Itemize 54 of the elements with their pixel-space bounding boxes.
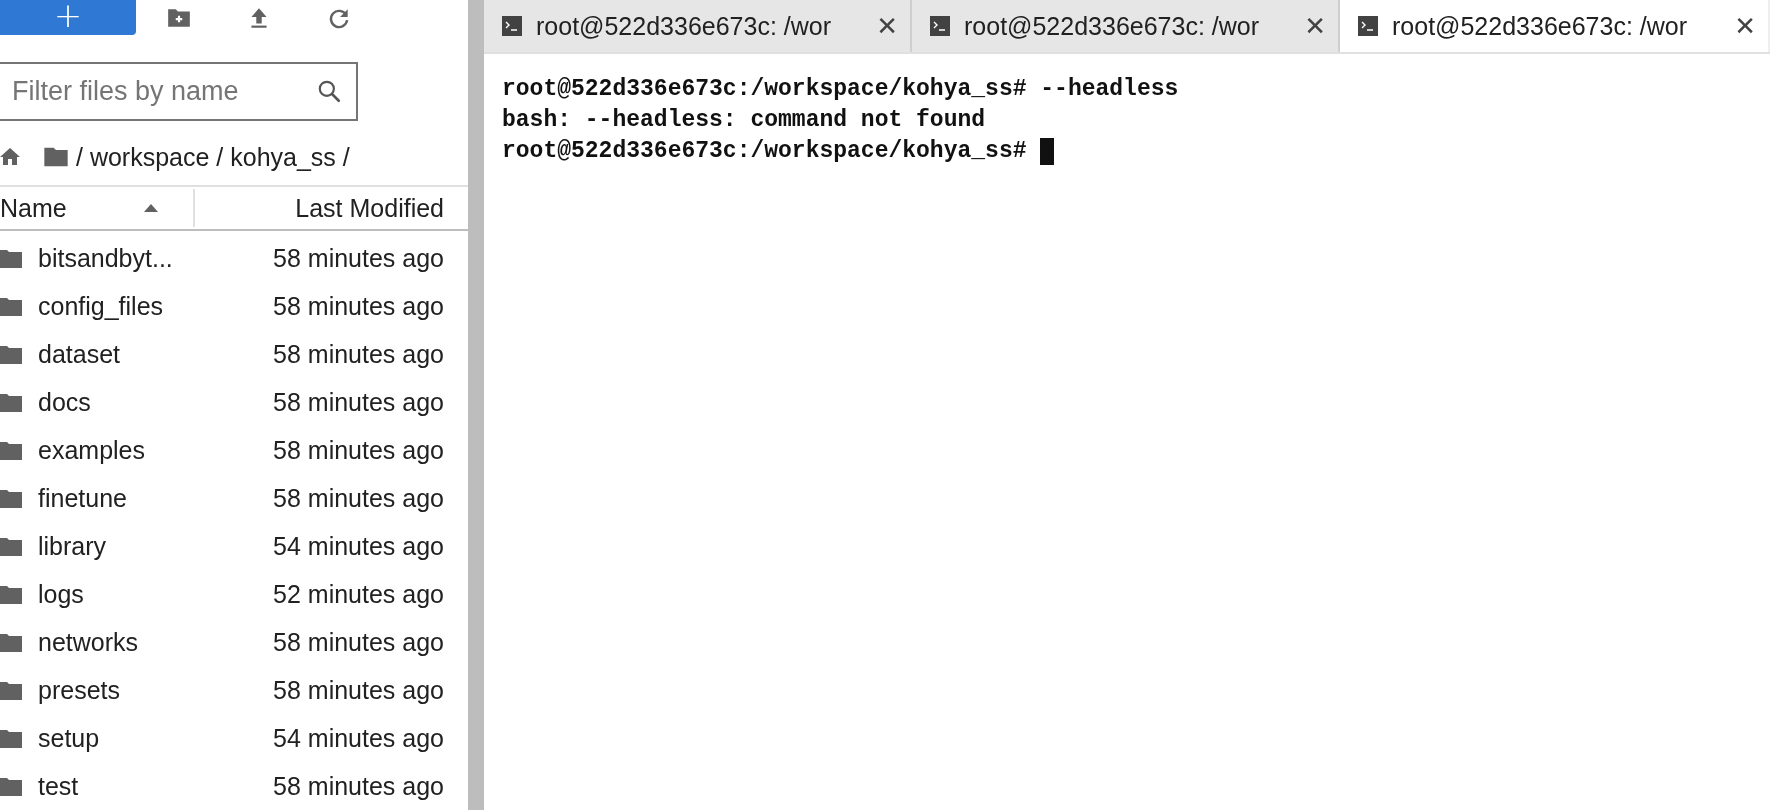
folder-icon	[0, 248, 22, 268]
breadcrumb-path[interactable]: / workspace / kohya_ss /	[76, 142, 350, 172]
file-name[interactable]: presets	[38, 675, 256, 705]
terminal-line: root@522d336e673c:/workspace/kohya_ss# --headless	[502, 75, 1180, 104]
file-name[interactable]: examples	[38, 435, 256, 465]
file-name[interactable]: library	[38, 531, 256, 561]
terminal-line: root@522d336e673c:/workspace/kohya_ss#	[502, 137, 1028, 166]
file-name[interactable]: test	[38, 771, 256, 801]
folder-icon	[0, 728, 22, 748]
file-name[interactable]: finetune	[38, 483, 256, 513]
modified-time: 58 minutes ago	[273, 627, 444, 657]
modified-time: 52 minutes ago	[273, 579, 444, 609]
modified-time: 58 minutes ago	[273, 435, 444, 465]
modified-time: 58 minutes ago	[273, 675, 444, 705]
file-name[interactable]: setup	[38, 723, 256, 753]
folder-icon	[0, 680, 22, 700]
file-name[interactable]: docs	[38, 387, 256, 417]
terminal-line: bash: --headless: command not found	[502, 106, 987, 135]
terminal-tab[interactable]: root@522d336e673c: /wor ✕	[1340, 0, 1768, 52]
folder-icon	[0, 392, 22, 412]
filter-field[interactable]: Filter files by name	[0, 62, 358, 121]
file-name[interactable]: bitsandbyt...	[38, 243, 256, 273]
file-name[interactable]: config_files	[38, 291, 256, 321]
modified-time: 58 minutes ago	[273, 483, 444, 513]
modified-time: 54 minutes ago	[273, 531, 444, 561]
folder-icon	[0, 776, 22, 796]
column-header[interactable]: Last Modified	[195, 187, 468, 229]
folder-icon	[0, 440, 22, 460]
modified-time: 58 minutes ago	[273, 339, 444, 369]
folder-icon	[0, 488, 22, 508]
modified-time: 58 minutes ago	[273, 291, 444, 321]
file-name[interactable]: logs	[38, 579, 256, 609]
column-header[interactable]: Name	[0, 189, 195, 227]
file-name[interactable]: dataset	[38, 339, 256, 369]
folder-icon	[0, 584, 22, 604]
new-launcher-button[interactable]: +	[0, 0, 136, 35]
terminal-tab[interactable]: root@522d336e673c: /wor ✕	[484, 0, 912, 52]
file-name[interactable]: networks	[38, 627, 256, 657]
modified-time: 58 minutes ago	[273, 243, 444, 273]
terminal-tab[interactable]: root@522d336e673c: /wor ✕	[912, 0, 1340, 52]
modified-time: 58 minutes ago	[273, 771, 444, 801]
folder-icon	[0, 632, 22, 652]
folder-icon	[0, 536, 22, 556]
modified-time: 54 minutes ago	[273, 723, 444, 753]
search-icon	[316, 78, 342, 104]
close-icon[interactable]: ✕	[1734, 11, 1756, 41]
terminal-icon	[502, 16, 522, 36]
terminal-icon	[1358, 16, 1378, 36]
close-icon[interactable]: ✕	[1304, 11, 1326, 41]
folder-icon	[0, 344, 22, 364]
folder-icon	[0, 296, 22, 316]
modified-time: 58 minutes ago	[273, 387, 444, 417]
close-icon[interactable]: ✕	[876, 11, 898, 41]
terminal-icon	[930, 16, 950, 36]
